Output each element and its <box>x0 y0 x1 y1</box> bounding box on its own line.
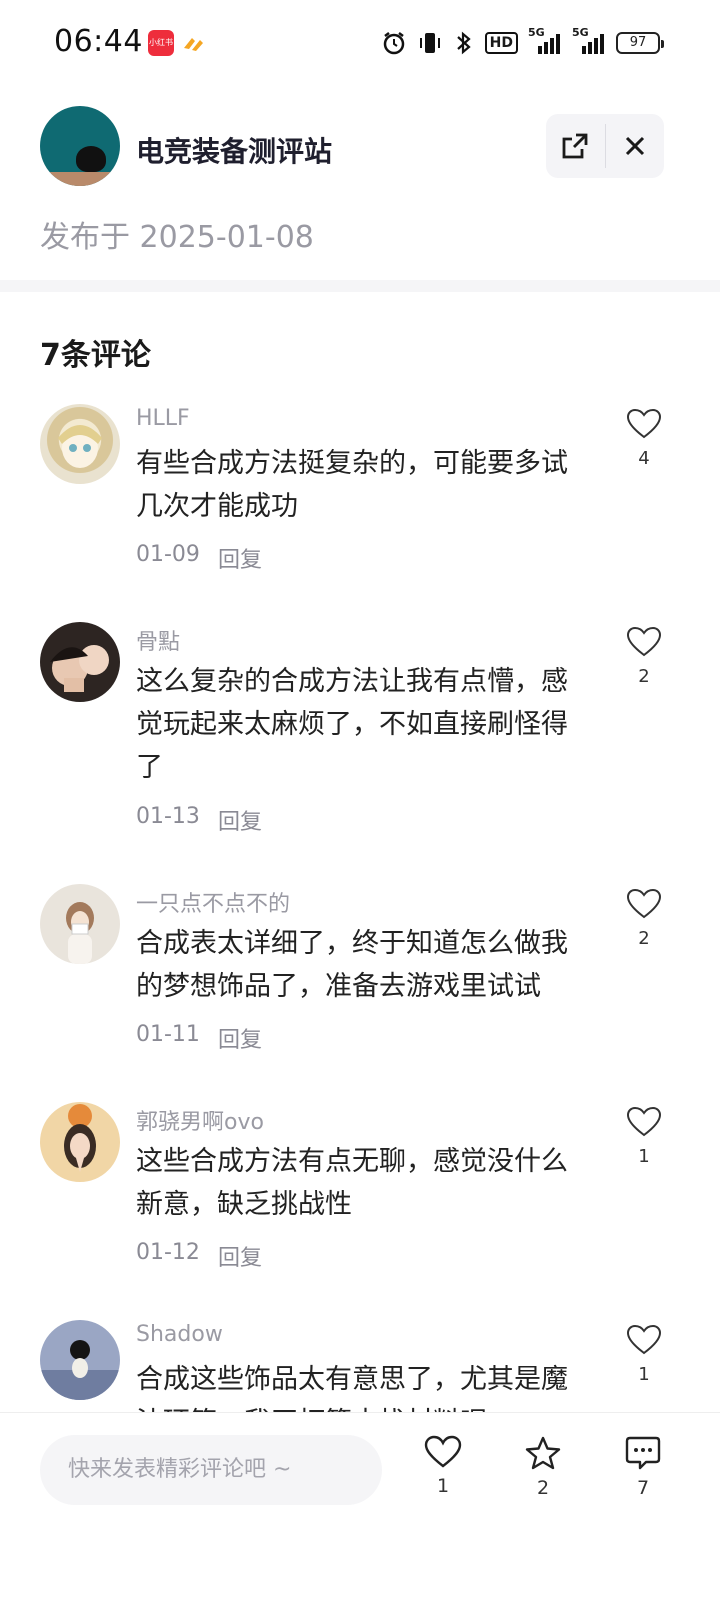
comment-meta: 01-09 回复 <box>136 542 262 574</box>
commenter-name[interactable]: 郭骁男啊ovo <box>136 1104 264 1136</box>
reply-button[interactable]: 回复 <box>218 1022 262 1054</box>
comment-like-button[interactable]: 4 <box>624 408 664 469</box>
comment-meta: 01-11 回复 <box>136 1022 262 1054</box>
comment-item: 骨點 这么复杂的合成方法让我有点懵，感觉玩起来太麻烦了，不如直接刷怪得了 01-… <box>0 622 720 852</box>
comment-count: 7 <box>636 1477 650 1499</box>
comments-count-title: 7条评论 <box>40 338 151 373</box>
comment-item: Shadow 合成这些饰品太有意思了，尤其是魔法环等，我正打算去找材料呢 1 <box>0 1320 720 1412</box>
signal-5g-icon: 5G <box>528 26 562 56</box>
comment-text: 这些合成方法有点无聊，感觉没什么新意，缺乏挑战性 <box>136 1146 568 1220</box>
comment-meta: 01-12 回复 <box>136 1240 262 1272</box>
like-count: 1 <box>638 1146 650 1167</box>
heart-icon <box>626 1324 662 1355</box>
commenter-avatar[interactable] <box>40 1102 120 1182</box>
bluetooth-icon <box>453 30 475 56</box>
heart-icon <box>626 1106 662 1137</box>
comment-date: 01-13 <box>136 804 200 829</box>
comment-date: 01-09 <box>136 542 200 567</box>
comment-bubble-icon <box>625 1436 661 1470</box>
external-link-icon <box>562 133 588 159</box>
reply-button[interactable]: 回复 <box>218 1240 262 1272</box>
like-count: 2 <box>638 928 650 949</box>
commenter-name[interactable]: 骨點 <box>136 624 180 656</box>
alarm-icon <box>381 30 407 56</box>
bottom-action-bar: 快来发表精彩评论吧 ~ 1 2 7 <box>0 1412 720 1610</box>
heart-icon <box>424 1435 462 1468</box>
comment-text: 这么复杂的合成方法让我有点懵，感觉玩起来太麻烦了，不如直接刷怪得了 <box>136 666 568 783</box>
status-icons: HD 5G 5G 97 <box>381 26 664 60</box>
battery-icon: 97 <box>616 32 664 54</box>
commenter-avatar[interactable] <box>40 404 120 484</box>
close-icon <box>625 136 644 156</box>
vibrate-icon <box>417 30 443 56</box>
commenter-name[interactable]: HLLF <box>136 406 190 431</box>
reply-button[interactable]: 回复 <box>218 542 262 574</box>
favorite-count: 2 <box>536 1477 550 1499</box>
comment-item: 一只点不点不的 合成表太详细了，终于知道怎么做我的梦想饰品了，准备去游戏里试试 … <box>0 884 720 1074</box>
author-name[interactable]: 电竞装备测评站 <box>136 130 332 170</box>
header-actions <box>546 114 664 178</box>
status-time: 06:44 <box>54 24 143 59</box>
heart-icon <box>626 626 662 657</box>
comment-input[interactable]: 快来发表精彩评论吧 ~ <box>40 1435 382 1505</box>
close-button[interactable] <box>605 114 664 178</box>
heart-icon <box>626 408 662 439</box>
comment-text: 合成这些饰品太有意思了，尤其是魔法环等，我正打算去找材料呢 <box>136 1364 568 1412</box>
commenter-avatar[interactable] <box>40 884 120 964</box>
comment-like-button[interactable]: 1 <box>624 1106 664 1167</box>
like-count: 1 <box>436 1475 450 1497</box>
comment-date: 01-12 <box>136 1240 200 1265</box>
reply-button[interactable]: 回复 <box>218 804 262 836</box>
commenter-avatar[interactable] <box>40 622 120 702</box>
comment-text: 合成表太详细了，终于知道怎么做我的梦想饰品了，准备去游戏里试试 <box>136 928 568 1002</box>
comment-button[interactable]: 7 <box>613 1435 673 1499</box>
like-count: 4 <box>638 448 650 469</box>
comment-like-button[interactable]: 1 <box>624 1324 664 1385</box>
comment-item: 郭骁男啊ovo 这些合成方法有点无聊，感觉没什么新意，缺乏挑战性 01-12 回… <box>0 1102 720 1292</box>
comment-date: 01-11 <box>136 1022 200 1047</box>
comment-meta: 01-13 回复 <box>136 804 262 836</box>
share-button[interactable] <box>546 114 605 178</box>
status-bar: 06:44 小红书 HD 5G 5G 97 <box>0 0 720 86</box>
publish-date: 发布于 2025-01-08 <box>40 220 314 255</box>
like-button[interactable]: 1 <box>413 1435 473 1497</box>
signal-5g-icon-2: 5G <box>572 26 606 56</box>
commenter-name[interactable]: Shadow <box>136 1322 223 1347</box>
commenter-name[interactable]: 一只点不点不的 <box>136 886 290 918</box>
author-avatar[interactable] <box>40 106 120 186</box>
like-count: 1 <box>638 1364 650 1385</box>
commenter-avatar[interactable] <box>40 1320 120 1400</box>
heart-icon <box>626 888 662 919</box>
comment-text: 有些合成方法挺复杂的，可能要多试几次才能成功 <box>136 448 568 522</box>
xiaohongshu-app-icon: 小红书 <box>148 30 174 56</box>
comment-item: HLLF 有些合成方法挺复杂的，可能要多试几次才能成功 01-09 回复 4 <box>0 404 720 594</box>
comment-like-button[interactable]: 2 <box>624 888 664 949</box>
notification-app-icon <box>180 30 206 56</box>
star-icon <box>525 1436 561 1470</box>
comment-like-button[interactable]: 2 <box>624 626 664 687</box>
favorite-button[interactable]: 2 <box>513 1435 573 1499</box>
section-divider <box>0 280 720 292</box>
like-count: 2 <box>638 666 650 687</box>
hd-icon: HD <box>484 32 518 54</box>
post-header: 电竞装备测评站 发布于 2025-01-08 <box>0 86 720 286</box>
